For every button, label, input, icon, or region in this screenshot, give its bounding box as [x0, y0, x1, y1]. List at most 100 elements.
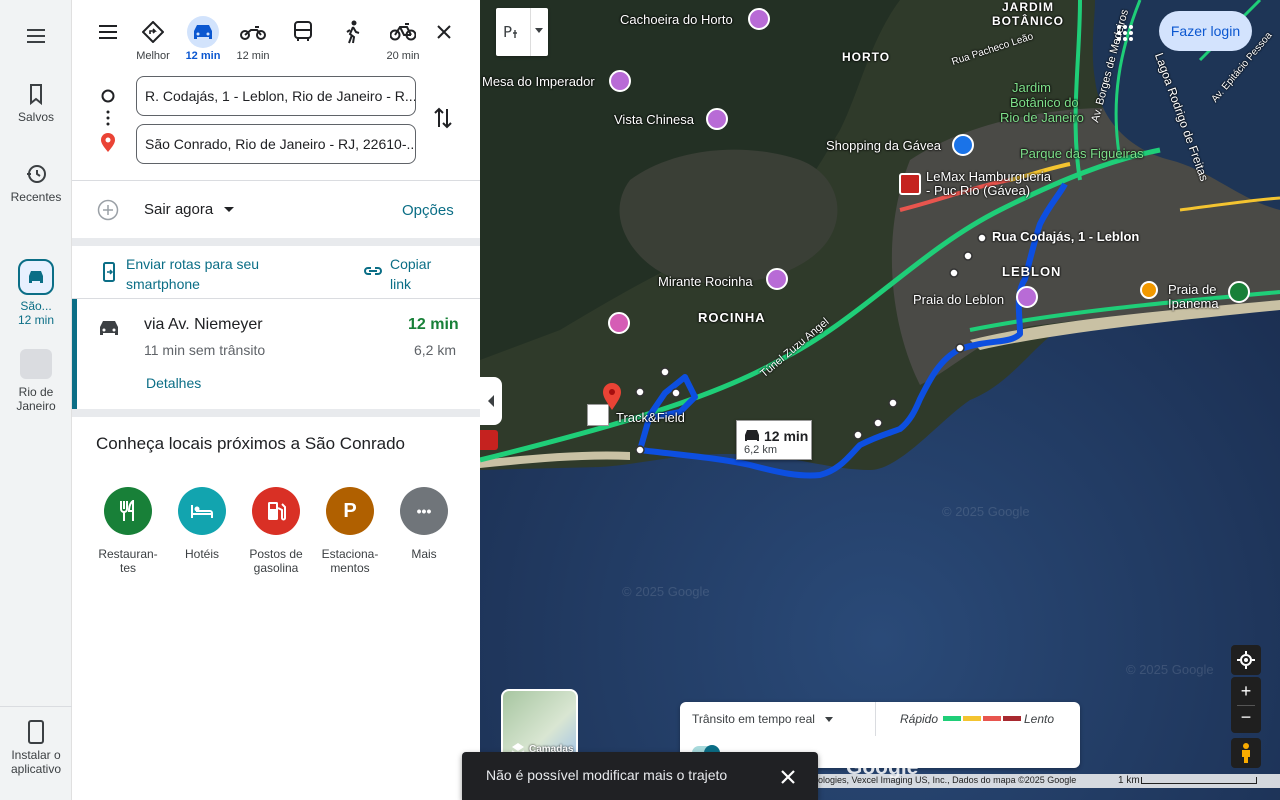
traffic-dropdown[interactable]: Trânsito em tempo real: [692, 712, 834, 726]
nearby-title: Conheça locais próximos a São Conrado: [96, 434, 406, 453]
pt-icon: P: [503, 24, 517, 40]
left-rail: Salvos Recentes São... 12 min Rio de Jan…: [0, 0, 72, 800]
traffic-slow-label: Lento: [1024, 712, 1055, 726]
park-pin-icon[interactable]: [1228, 281, 1250, 303]
map-mode-control[interactable]: P: [496, 8, 548, 56]
attraction-pin-icon[interactable]: [706, 108, 728, 130]
attribution-bar: ologies, Vexcel Imaging US, Inc., Dados …: [818, 774, 1280, 788]
login-button[interactable]: Fazer login: [1159, 11, 1252, 51]
panel-menu-button[interactable]: [96, 20, 120, 49]
trip-time: 12 min: [17, 313, 55, 327]
trip-label: São...: [20, 299, 52, 313]
car-icon: [194, 25, 212, 39]
camera-pin-icon[interactable]: [608, 312, 630, 334]
mode-best[interactable]: Melhor: [129, 16, 177, 62]
close-icon: [437, 25, 451, 39]
category-parking[interactable]: P Estaciona- mentos: [314, 487, 386, 575]
route-time: 12 min: [408, 316, 459, 333]
destination-pin-icon[interactable]: [602, 382, 622, 412]
category-gas-stations[interactable]: Postos de gasolina: [240, 487, 312, 575]
menu-icon: [27, 29, 45, 43]
attraction-pin-icon[interactable]: [609, 70, 631, 92]
category-hotels[interactable]: Hotéis: [166, 487, 238, 561]
mode-transit[interactable]: [279, 16, 327, 50]
close-directions-button[interactable]: [434, 22, 454, 47]
car-icon: [745, 430, 759, 441]
shopping-pin-icon[interactable]: [952, 134, 974, 156]
snackbar: Não é possível modificar mais o trajeto: [462, 752, 818, 800]
add-circle-icon: [97, 199, 119, 221]
traffic-fast-label: Rápido: [900, 712, 939, 726]
svg-text:P: P: [503, 24, 512, 40]
place-thumbnail: [20, 349, 52, 379]
attraction-pin-icon[interactable]: [766, 268, 788, 290]
mode-motorcycle-time: 12 min: [236, 50, 270, 62]
jb-line-1: Jardim: [1012, 80, 1052, 95]
route-via: via Av. Niemeyer: [144, 316, 263, 333]
map-label-cachoeira: Cachoeira do Horto: [620, 12, 733, 27]
dropdown-arrow-icon: [535, 28, 543, 33]
mode-car[interactable]: 12 min: [179, 16, 227, 62]
swap-button[interactable]: [432, 106, 454, 135]
my-location-button[interactable]: [1231, 645, 1261, 675]
recent-label: Recentes: [10, 190, 62, 204]
chevron-left-icon: [488, 395, 494, 407]
collapse-panel-button[interactable]: [480, 377, 502, 425]
menu-button[interactable]: [0, 24, 72, 52]
restaurant-pin-icon[interactable]: [899, 173, 921, 195]
map-label-mirante: Mirante Rocinha: [658, 274, 753, 289]
route-option-card[interactable]: via Av. Niemeyer 12 min 11 min sem trâns…: [72, 299, 480, 409]
attraction-pin-icon[interactable]: [748, 8, 770, 30]
street-view-pegman[interactable]: [1231, 738, 1261, 768]
destination-input[interactable]: São Conrado, Rio de Janeiro - RJ, 22610-…: [136, 124, 416, 164]
menu-icon: [99, 25, 117, 39]
saved-button[interactable]: Salvos: [0, 82, 72, 124]
map-label-jardim-botanico: Jardim Botânico do Rio de Janeiro: [1000, 80, 1084, 125]
mode-bicycle-time: 20 min: [386, 50, 420, 62]
callout-time: 12 min: [764, 428, 809, 444]
mode-bicycle[interactable]: 20 min: [379, 16, 427, 62]
route-callout[interactable]: 12 min 6,2 km: [736, 420, 812, 460]
category-label-2: mentos: [330, 561, 370, 575]
attraction-pin-icon[interactable]: [1016, 286, 1038, 308]
category-label-2: gasolina: [253, 561, 299, 575]
traffic-swatch-very-slow: [1003, 716, 1021, 721]
place-label-2: Janeiro: [16, 399, 56, 413]
recent-trip-item[interactable]: São... 12 min: [0, 259, 72, 327]
details-button[interactable]: Detalhes: [146, 375, 201, 391]
copy-link-button[interactable]: Copiar link: [390, 254, 431, 294]
close-icon[interactable]: [780, 769, 796, 785]
parking-icon: P: [326, 487, 374, 535]
category-more[interactable]: ••• Mais: [388, 487, 460, 561]
lemax-line-2: - Puc Rio (Gávea): [926, 183, 1031, 198]
map-label-horto: HORTO: [842, 50, 891, 64]
zoom-in-button[interactable]: +: [1231, 681, 1261, 702]
directions-panel: Melhor 12 min 12 min 20 min R. Codajás, …: [72, 0, 480, 800]
category-label-2: tes: [119, 561, 136, 575]
category-label: Restauran-: [98, 547, 158, 561]
recent-button[interactable]: Recentes: [0, 162, 72, 204]
dropdown-arrow-icon: [825, 717, 834, 722]
mode-motorcycle[interactable]: 12 min: [229, 16, 277, 62]
apps-grid-icon[interactable]: [1116, 24, 1134, 42]
category-restaurants[interactable]: Restauran- tes: [92, 487, 164, 575]
route-traffic-note: 11 min sem trânsito: [144, 342, 266, 358]
side-pin-icon[interactable]: [480, 430, 498, 450]
install-app-button[interactable]: Instalar o aplicativo: [0, 720, 72, 776]
activity-pin-icon[interactable]: [1140, 281, 1158, 299]
map-canvas[interactable]: Cachoeira do Horto Mesa do Imperador Vis…: [480, 0, 1280, 800]
options-button[interactable]: Opções: [402, 202, 454, 219]
add-stop-button[interactable]: [97, 199, 119, 226]
zoom-out-button[interactable]: −: [1231, 707, 1261, 728]
send-to-phone-link[interactable]: Enviar rotas para seu smartphone: [126, 254, 259, 294]
map-label-rocinha: ROCINHA: [698, 310, 766, 325]
mode-walk[interactable]: [329, 16, 377, 50]
more-dots-icon: •••: [400, 487, 448, 535]
recent-place-item[interactable]: Rio de Janeiro: [0, 349, 72, 413]
depart-time-dropdown[interactable]: Sair agora: [144, 201, 235, 218]
copy-line-1: Copiar: [390, 256, 432, 272]
origin-input[interactable]: R. Codajás, 1 - Leblon, Rio de Janeiro -…: [136, 76, 416, 116]
directions-diamond-icon: [142, 21, 164, 43]
lemax-line-1: LeMax Hamburgueria: [926, 169, 1052, 184]
mode-best-label: Melhor: [136, 50, 170, 62]
